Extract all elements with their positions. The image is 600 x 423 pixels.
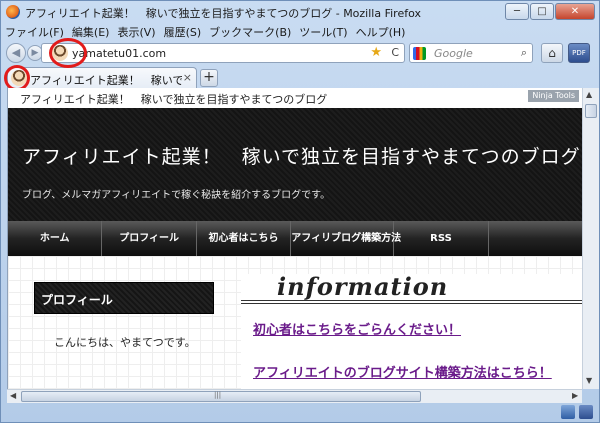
horizontal-scroll-thumb[interactable]: ||| [21, 391, 421, 402]
information-heading: information [241, 272, 582, 304]
menu-tools[interactable]: ツール(T) [299, 24, 347, 40]
site-title[interactable]: アフィリエイト起業！ 稼いで独立を目指すやまてつのブログ [22, 142, 581, 169]
menu-edit[interactable]: 編集(E) [72, 24, 110, 40]
vertical-scrollbar[interactable]: ▲ ▼ [582, 88, 599, 389]
link-blog-building[interactable]: アフィリエイトのブログサイト構築方法はこちら！ [253, 362, 552, 381]
information-title: information [277, 272, 449, 301]
nav-empty[interactable] [489, 221, 582, 256]
tab-close-icon[interactable]: × [183, 71, 192, 84]
scroll-left-arrow-icon[interactable]: ◀ [10, 391, 16, 400]
menu-file[interactable]: ファイル(F) [5, 24, 64, 40]
navigation-toolbar: ◀ ▶ yamatetu01.com ★ C Google ⌕ ⌂ PDF [1, 41, 599, 65]
annotation-circle-url-favicon [49, 38, 87, 68]
sidebar-greeting: こんにちは、やまてつです。 [54, 336, 196, 349]
status-chat-icon[interactable] [561, 405, 575, 419]
search-placeholder: Google [434, 47, 473, 60]
status-bar [1, 403, 599, 423]
home-button[interactable]: ⌂ [541, 43, 563, 63]
url-bar[interactable]: yamatetu01.com ★ C [41, 43, 405, 63]
site-header: アフィリエイト起業！ 稼いで独立を目指すやまてつのブログ ブログ、メルマガアフィ… [8, 108, 582, 221]
horizontal-scrollbar[interactable]: ◀ ||| ▶ [7, 389, 582, 403]
nav-rss[interactable]: RSS [394, 221, 489, 256]
google-icon[interactable] [413, 47, 426, 60]
scroll-down-arrow-icon[interactable]: ▼ [586, 376, 592, 385]
scroll-grip-icon: ||| [214, 391, 222, 399]
page-body: プロフィール こんにちは、やまてつです。 information 初心者はこちら… [8, 256, 582, 389]
nav-blog-building[interactable]: アフィリブログ構築方法 [291, 221, 401, 256]
page-top-text: アフィリエイト起業！ 稼いで独立を目指すやまてつのブログ [20, 93, 328, 106]
link-beginners[interactable]: 初心者はこちらをごらんください！ [253, 319, 461, 338]
nav-home[interactable]: ホーム [8, 221, 103, 256]
vertical-scroll-thumb[interactable] [585, 104, 597, 118]
page-content: アフィリエイト起業！ 稼いで独立を目指すやまてつのブログ Ninja Tools… [7, 88, 582, 389]
search-bar[interactable]: Google ⌕ [409, 43, 533, 63]
menu-help[interactable]: ヘルプ(H) [356, 24, 406, 40]
addon-pdf-button[interactable]: PDF [568, 43, 590, 63]
tab-label[interactable]: アフィリエイト起業！ 稼いで独立を… [30, 72, 182, 88]
bookmark-star-icon[interactable]: ★ [370, 45, 382, 60]
main-column: information 初心者はこちらをごらんください！ アフィリエイトのブログ… [241, 272, 582, 389]
sidebar-title: プロフィール [41, 293, 113, 307]
nav-profile[interactable]: プロフィール [102, 221, 197, 256]
scroll-up-arrow-icon[interactable]: ▲ [586, 90, 592, 99]
reload-icon[interactable]: C [391, 46, 399, 59]
maximize-button[interactable]: □ [530, 3, 554, 20]
browser-window: アフィリエイト起業！ 稼いで独立を目指すやまてつのブログ - Mozilla F… [0, 0, 600, 423]
page-top-line: アフィリエイト起業！ 稼いで独立を目指すやまてつのブログ Ninja Tools [8, 88, 582, 108]
sidebar-profile-heading: プロフィール [34, 282, 214, 314]
new-tab-button[interactable]: + [200, 69, 218, 87]
close-button[interactable]: ✕ [555, 3, 595, 20]
title-bar: アフィリエイト起業！ 稼いで独立を目指すやまてつのブログ - Mozilla F… [1, 1, 599, 23]
menu-bookmarks[interactable]: ブックマーク(B) [209, 24, 291, 40]
tab-active[interactable]: アフィリエイト起業！ 稼いで独立を… × [7, 67, 197, 88]
tab-bar: アフィリエイト起業！ 稼いで独立を… × + [1, 66, 599, 88]
scroll-right-arrow-icon[interactable]: ▶ [572, 391, 578, 400]
search-icon[interactable]: ⌕ [521, 46, 527, 60]
minimize-button[interactable]: ─ [505, 3, 529, 20]
window-controls: ─ □ ✕ [504, 3, 595, 20]
firefox-icon [6, 5, 20, 19]
global-nav: ホーム プロフィール 初心者はこちら アフィリブログ構築方法 RSS [8, 221, 582, 256]
back-button[interactable]: ◀ [6, 43, 26, 63]
site-description: ブログ、メルマガアフィリエイトで稼ぐ秘訣を紹介するブログです。 [22, 190, 331, 201]
menu-view[interactable]: 表示(V) [117, 24, 155, 40]
window-title: アフィリエイト起業！ 稼いで独立を目指すやまてつのブログ - Mozilla F… [25, 7, 421, 20]
nav-beginners[interactable]: 初心者はこちら [197, 221, 292, 256]
menu-history[interactable]: 履歴(S) [164, 24, 202, 40]
status-addon-icon[interactable] [579, 405, 593, 419]
ninja-tools-badge[interactable]: Ninja Tools [528, 90, 579, 102]
